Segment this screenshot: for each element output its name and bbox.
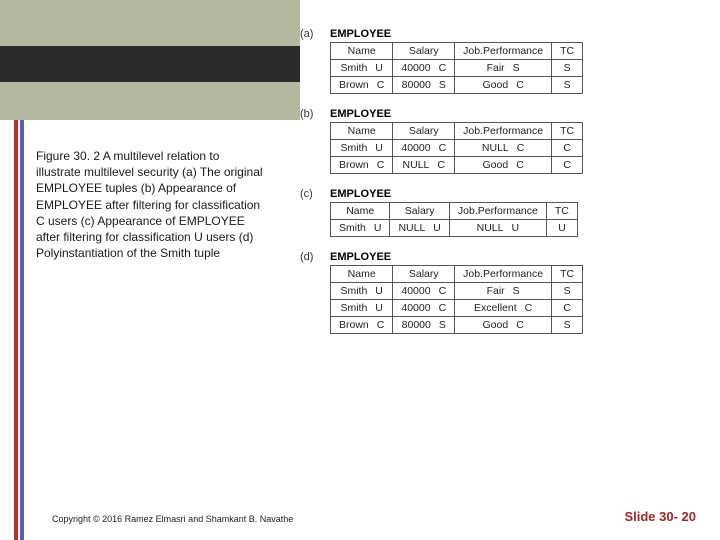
column-header: Name [331, 123, 393, 140]
table-cell: GoodC [455, 157, 552, 174]
table-cell: GoodC [455, 317, 552, 334]
column-header: Name [331, 43, 393, 60]
table-cell: GoodC [455, 77, 552, 94]
table-cell: SmithU [331, 283, 393, 300]
table-heading: (d) EMPLOYEE [300, 251, 700, 263]
table-group: (d)EMPLOYEENameSalaryJob.PerformanceTCSm… [300, 251, 700, 334]
table-cell: S [552, 317, 583, 334]
table-group: (a)EMPLOYEENameSalaryJob.PerformanceTCSm… [300, 28, 700, 94]
table-cell: S [552, 77, 583, 94]
table-row: BrownCNULLCGoodCC [331, 157, 583, 174]
table-cell: C [552, 140, 583, 157]
slide-number: Slide 30- 20 [624, 509, 696, 524]
table-label: (a) [300, 28, 318, 40]
column-header: TC [552, 123, 583, 140]
table-cell: 80000S [393, 317, 455, 334]
column-header: TC [552, 266, 583, 283]
relation-table: NameSalaryJob.PerformanceTCSmithUNULLUNU… [330, 202, 578, 237]
table-cell: ExcellentC [455, 300, 552, 317]
table-title: EMPLOYEE [330, 251, 391, 263]
table-group: (b)EMPLOYEENameSalaryJob.PerformanceTCSm… [300, 108, 700, 174]
table-cell: C [552, 157, 583, 174]
table-row: BrownC80000SGoodCS [331, 77, 583, 94]
header-band-dark [0, 46, 300, 82]
relation-table: NameSalaryJob.PerformanceTCSmithU40000CF… [330, 265, 583, 334]
table-row: SmithU40000CExcellentCC [331, 300, 583, 317]
column-header: Job.Performance [455, 43, 552, 60]
table-cell: BrownC [331, 157, 393, 174]
table-cell: NULLC [455, 140, 552, 157]
column-header: Salary [390, 203, 449, 220]
column-header: Name [331, 266, 393, 283]
table-cell: NULLC [393, 157, 455, 174]
table-group: (c)EMPLOYEENameSalaryJob.PerformanceTCSm… [300, 188, 700, 237]
relation-table: NameSalaryJob.PerformanceTCSmithU40000CF… [330, 42, 583, 94]
table-row: SmithU40000CFairSS [331, 283, 583, 300]
table-cell: 40000C [393, 300, 455, 317]
figure-caption: Figure 30. 2 A multilevel relation to il… [36, 148, 266, 261]
accent-stripe-blue [20, 120, 24, 540]
column-header: Job.Performance [455, 266, 552, 283]
table-row: SmithU40000CNULLCC [331, 140, 583, 157]
table-cell: S [552, 283, 583, 300]
accent-stripe-red [14, 120, 18, 540]
table-title: EMPLOYEE [330, 188, 391, 200]
column-header: Salary [393, 43, 455, 60]
copyright-footer: Copyright © 2016 Ramez Elmasri and Shamk… [52, 514, 293, 524]
table-title: EMPLOYEE [330, 28, 391, 40]
tables-container: (a)EMPLOYEENameSalaryJob.PerformanceTCSm… [300, 28, 700, 348]
table-cell: BrownC [331, 77, 393, 94]
table-cell: NULLU [449, 220, 546, 237]
table-cell: NULLU [390, 220, 449, 237]
table-heading: (c) EMPLOYEE [300, 188, 700, 200]
table-cell: BrownC [331, 317, 393, 334]
table-label: (d) [300, 251, 318, 263]
table-row: SmithU40000CFairSS [331, 60, 583, 77]
table-label: (b) [300, 108, 318, 120]
column-header: Salary [393, 123, 455, 140]
column-header: TC [546, 203, 577, 220]
table-cell: S [552, 60, 583, 77]
table-cell: SmithU [331, 300, 393, 317]
table-cell: U [546, 220, 577, 237]
column-header: TC [552, 43, 583, 60]
table-cell: SmithU [331, 60, 393, 77]
table-cell: 40000C [393, 60, 455, 77]
column-header: Name [331, 203, 390, 220]
table-cell: 40000C [393, 283, 455, 300]
column-header: Job.Performance [449, 203, 546, 220]
table-cell: 80000S [393, 77, 455, 94]
column-header: Salary [393, 266, 455, 283]
relation-table: NameSalaryJob.PerformanceTCSmithU40000CN… [330, 122, 583, 174]
table-row: BrownC80000SGoodCS [331, 317, 583, 334]
table-cell: SmithU [331, 220, 390, 237]
table-heading: (a) EMPLOYEE [300, 28, 700, 40]
table-cell: FairS [455, 283, 552, 300]
table-label: (c) [300, 188, 318, 200]
table-heading: (b) EMPLOYEE [300, 108, 700, 120]
column-header: Job.Performance [455, 123, 552, 140]
table-cell: 40000C [393, 140, 455, 157]
table-cell: FairS [455, 60, 552, 77]
table-cell: SmithU [331, 140, 393, 157]
table-cell: C [552, 300, 583, 317]
table-title: EMPLOYEE [330, 108, 391, 120]
table-row: SmithUNULLUNULLUU [331, 220, 578, 237]
